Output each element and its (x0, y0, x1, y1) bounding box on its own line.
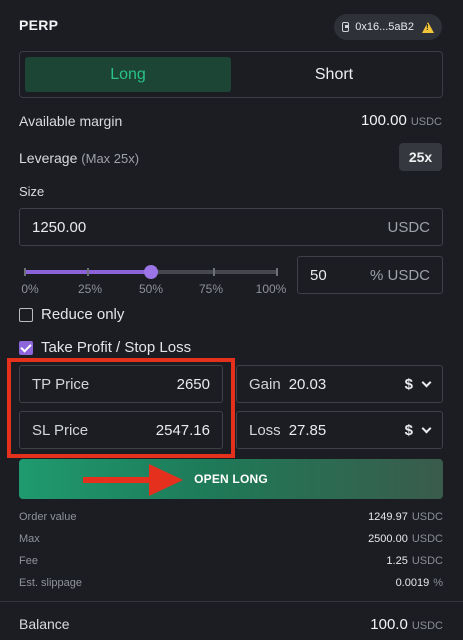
loss-label: Loss (249, 421, 281, 439)
open-long-label: OPEN LONG (194, 472, 268, 486)
slider-label-100: 100% (255, 282, 287, 296)
slippage-label: Est. slippage (19, 577, 82, 589)
fee-unit: USDC (411, 555, 443, 567)
fee-label: Fee (19, 555, 38, 567)
balance-row: Balance 100.0 USDC (19, 616, 443, 633)
divider (0, 601, 463, 602)
max-value: 2500.00 (368, 533, 408, 545)
panel-title: PERP (19, 17, 59, 33)
available-margin-value-group: 100.00 USDC (361, 112, 442, 130)
chevron-down-icon (421, 377, 432, 387)
order-value-value: 1249.97 (368, 511, 408, 523)
wallet-button[interactable]: 0x16...5aB2 (334, 14, 442, 40)
gain-input[interactable]: Gain 20.03 $ (236, 365, 443, 403)
loss-currency-select[interactable]: $ (404, 421, 432, 439)
slider-label-0: 0% (21, 282, 39, 296)
available-margin-label: Available margin (19, 113, 123, 129)
percent-value: 50 (310, 266, 327, 284)
slider-label-50: 50% (138, 282, 164, 296)
slider-thumb[interactable] (144, 265, 158, 279)
percent-input[interactable]: 50 % USDC (297, 256, 443, 294)
slippage-unit: % (433, 577, 443, 589)
balance-unit: USDC (411, 620, 443, 632)
slippage-row: Est. slippage 0.0019% (19, 577, 443, 589)
loss-value: 27.85 (288, 421, 327, 439)
percent-unit: % USDC (369, 266, 430, 284)
size-slider[interactable] (24, 265, 278, 279)
slider-tick (276, 268, 278, 276)
balance-label: Balance (19, 616, 70, 632)
size-label: Size (19, 184, 45, 199)
fee-value: 1.25 (386, 555, 408, 567)
highlight-box (7, 358, 235, 458)
slider-tick (87, 268, 89, 276)
leverage-max: (Max 25x) (81, 151, 140, 166)
order-value-label: Order value (19, 511, 77, 523)
available-margin-unit: USDC (410, 116, 442, 128)
leverage-label-group: Leverage (Max 25x) (19, 150, 139, 166)
slippage-value: 0.0019 (395, 577, 430, 589)
tpsl-label: Take Profit / Stop Loss (41, 339, 192, 356)
arrow-icon (83, 464, 183, 496)
order-value-row: Order value 1249.97 USDC (19, 511, 443, 523)
slider-tick (213, 268, 215, 276)
fee-row: Fee 1.25 USDC (19, 555, 443, 567)
gain-currency-select[interactable]: $ (404, 375, 432, 393)
gain-label: Gain (249, 375, 281, 393)
max-row: Max 2500.00 USDC (19, 533, 443, 545)
loss-currency: $ (404, 421, 413, 439)
order-value-unit: USDC (411, 511, 443, 523)
slider-label-75: 75% (198, 282, 224, 296)
reduce-only-row[interactable]: Reduce only (19, 306, 124, 323)
tpsl-row[interactable]: Take Profit / Stop Loss (19, 339, 191, 356)
tpsl-checkbox[interactable] (19, 340, 33, 355)
gain-value: 20.03 (288, 375, 327, 393)
short-tab[interactable]: Short (231, 57, 437, 92)
slider-tick (24, 268, 26, 276)
wallet-icon (342, 22, 350, 32)
balance-value: 100.0 (370, 616, 408, 633)
size-input[interactable]: 1250.00 USDC (19, 208, 443, 246)
leverage-button[interactable]: 25x (399, 143, 442, 171)
leverage-label: Leverage (19, 150, 78, 166)
max-label: Max (19, 533, 40, 545)
reduce-only-label: Reduce only (41, 306, 125, 323)
long-tab[interactable]: Long (25, 57, 231, 92)
reduce-only-checkbox[interactable] (19, 307, 33, 322)
gain-currency: $ (404, 375, 413, 393)
slider-label-25: 25% (77, 282, 103, 296)
loss-input[interactable]: Loss 27.85 $ (236, 411, 443, 449)
side-toggle: Long Short (19, 51, 443, 98)
max-unit: USDC (411, 533, 443, 545)
size-value: 1250.00 (32, 218, 87, 236)
wallet-address: 0x16...5aB2 (355, 21, 414, 33)
chevron-down-icon (421, 423, 432, 433)
warning-icon (422, 21, 434, 33)
available-margin-value: 100.00 (360, 112, 407, 129)
size-unit: USDC (387, 218, 430, 236)
